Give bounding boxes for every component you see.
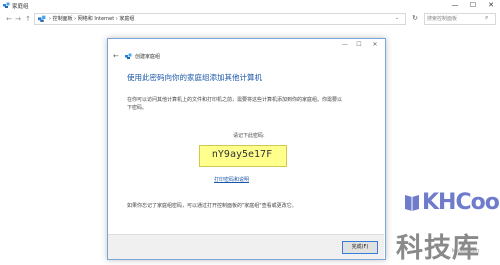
forward-button[interactable]: → xyxy=(14,13,22,25)
control-panel-icon xyxy=(38,15,46,22)
password-value: nY9ay5e17F xyxy=(211,149,273,160)
address-dropdown-icon[interactable]: ⌄ xyxy=(393,13,401,24)
book-icon xyxy=(405,195,419,211)
dialog-title: 创建家庭组 xyxy=(135,54,161,60)
dialog-close-button[interactable]: ✕ xyxy=(368,40,382,50)
dialog-back-button[interactable]: ← xyxy=(113,52,119,60)
watermark-chinese: 科技库 xyxy=(396,233,480,264)
finish-button[interactable]: 完成(F) xyxy=(342,241,378,254)
search-placeholder: 搜索控制面板 xyxy=(427,16,458,22)
maximize-button[interactable]: ☐ xyxy=(464,0,482,11)
close-button[interactable]: ✕ xyxy=(482,0,500,11)
print-password-link[interactable]: 打印密码和说明 xyxy=(214,176,249,183)
watermark-logo: KHCoo xyxy=(422,190,500,215)
search-icon: ⌕ xyxy=(485,14,489,21)
homegroup-icon xyxy=(3,2,10,8)
dialog-heading: 使用此密码向你的家庭组添加其他计算机 xyxy=(127,73,262,82)
back-button[interactable]: ← xyxy=(5,13,13,25)
dialog-maximize-button[interactable]: ☐ xyxy=(352,40,366,50)
dialog-description-cont: 下密码。 xyxy=(127,105,148,111)
homegroup-icon xyxy=(125,53,132,59)
title-bar xyxy=(0,0,500,11)
dialog-minimize-button[interactable]: — xyxy=(338,40,352,50)
dialog-description: 在你可以访问其他计算机上的文件和打印机之前，需要将这些计算机添加到你的家庭组。你… xyxy=(127,97,343,103)
dialog-footnote: 如果你忘记了家庭组密码，可以通过打开控制面板的"家庭组"查看或更改它。 xyxy=(127,203,297,209)
password-label: 请记下此密码: xyxy=(233,133,265,139)
up-button[interactable]: ↑ xyxy=(24,13,32,25)
minimize-button[interactable]: — xyxy=(446,0,464,11)
watermark-site: khcoo.com xyxy=(452,248,480,254)
breadcrumb[interactable]: › 控制面板 › 网络和 Internet › 家庭组 xyxy=(49,15,134,22)
refresh-button[interactable]: ↻ xyxy=(410,13,420,24)
window-title: 家庭组 xyxy=(12,4,29,10)
